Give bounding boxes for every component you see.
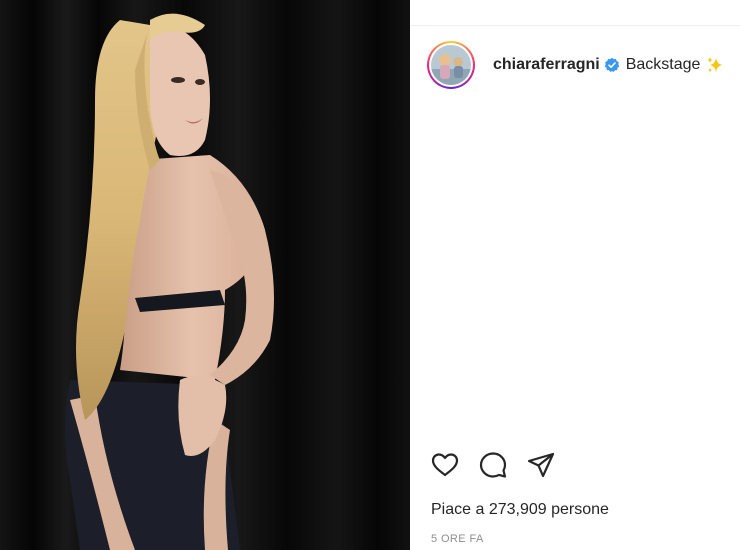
post-actions [430, 450, 556, 480]
post-details-panel: chiaraferragni Backstage Piace a 273,909… [410, 0, 740, 550]
share-paper-plane-icon[interactable] [526, 450, 556, 480]
username-link[interactable]: chiaraferragni [493, 56, 600, 74]
avatar[interactable] [427, 41, 475, 89]
caption-text: Backstage [625, 56, 701, 73]
likes-count[interactable]: Piace a 273,909 persone [431, 501, 609, 519]
top-divider [410, 25, 740, 26]
post-header: chiaraferragni Backstage [427, 40, 724, 90]
verified-badge-icon [604, 57, 620, 73]
comment-bubble-icon[interactable] [478, 450, 508, 480]
sparkles-emoji-icon [706, 56, 724, 74]
post-timestamp: 5 ORE FA [431, 533, 484, 545]
heart-icon[interactable] [430, 450, 460, 480]
post-photo[interactable] [0, 0, 410, 550]
